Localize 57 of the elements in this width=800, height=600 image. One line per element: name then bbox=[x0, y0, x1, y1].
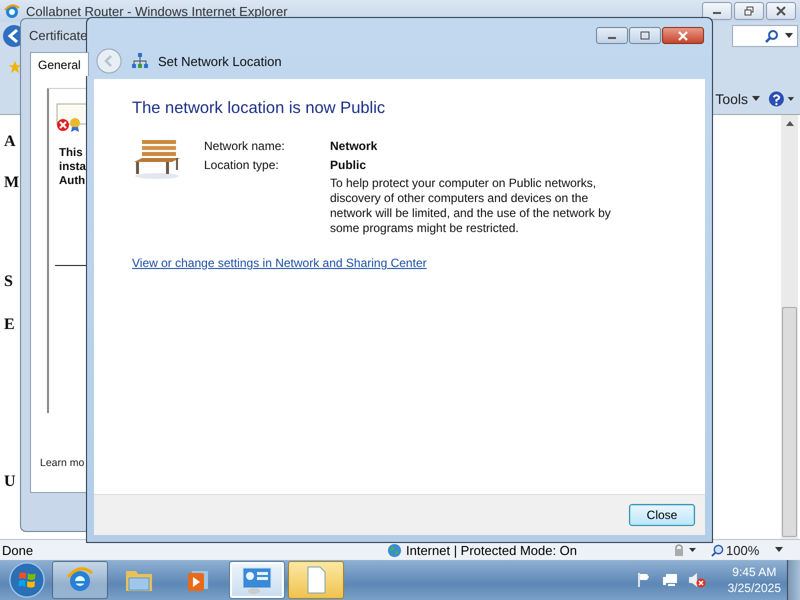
network-icon bbox=[131, 52, 149, 70]
show-desktop-button[interactable] bbox=[787, 560, 800, 600]
window-title: Certificate bbox=[29, 28, 88, 43]
globe-icon bbox=[387, 542, 402, 558]
field-label: Location type: bbox=[204, 158, 280, 172]
description-text: To help protect your computer on Public networks, discovery of other computers and devices on the network will be limited, and the use of the network by some programs might be restricted. bbox=[330, 176, 612, 236]
restore-button[interactable] bbox=[734, 2, 764, 20]
page-heading: E bbox=[4, 316, 15, 334]
maximize-button[interactable] bbox=[629, 27, 661, 44]
close-button[interactable] bbox=[662, 27, 704, 44]
taskbar-button[interactable] bbox=[288, 561, 344, 599]
dialog-heading: The network location is now Public bbox=[132, 99, 386, 118]
page-heading: A bbox=[4, 133, 16, 151]
close-icon bbox=[677, 30, 689, 40]
help-icon[interactable] bbox=[768, 90, 796, 108]
zoom-control[interactable]: 100% bbox=[711, 542, 784, 558]
field-value: Public bbox=[330, 158, 366, 172]
flag-icon[interactable] bbox=[636, 572, 652, 588]
certificate-message: This insta Auth bbox=[59, 146, 86, 188]
tab[interactable]: General bbox=[30, 52, 89, 76]
network-tray-icon[interactable] bbox=[662, 572, 678, 588]
dialog-title: Set Network Location bbox=[158, 54, 282, 68]
security-zone-text: Internet | Protected Mode: On bbox=[406, 542, 578, 558]
field-value: Network bbox=[330, 138, 378, 152]
learn-more-link[interactable]: Learn mo bbox=[40, 457, 84, 469]
settings-link[interactable]: View or change settings in Network and Sharing Center bbox=[132, 256, 427, 270]
taskbar-button[interactable] bbox=[229, 561, 285, 599]
window-title: Collabnet Router - Windows Internet Explorer bbox=[26, 4, 288, 18]
close-button[interactable] bbox=[766, 2, 796, 20]
start-button-icon[interactable] bbox=[8, 561, 46, 599]
back-button-icon[interactable] bbox=[2, 24, 20, 48]
page-heading: S bbox=[4, 273, 13, 291]
browser-logo-icon bbox=[4, 3, 20, 19]
close-icon bbox=[775, 6, 787, 16]
tools-menu[interactable]: Tools bbox=[715, 91, 760, 107]
taskbar-button[interactable] bbox=[52, 561, 108, 599]
favorites-star-icon[interactable] bbox=[8, 60, 22, 74]
maximize-icon bbox=[639, 30, 651, 40]
speaker-muted-icon[interactable] bbox=[688, 572, 706, 588]
search-icon[interactable] bbox=[765, 29, 779, 43]
network-center-icon bbox=[240, 565, 274, 595]
page-heading: M bbox=[4, 174, 20, 192]
restore-icon bbox=[743, 6, 755, 16]
minimize-button[interactable] bbox=[702, 2, 732, 20]
close-dialog-button[interactable]: Close bbox=[629, 504, 695, 526]
search-field[interactable] bbox=[732, 25, 798, 47]
dropdown-arrow-icon bbox=[775, 547, 784, 553]
page-heading: U bbox=[4, 473, 16, 491]
minimize-button[interactable] bbox=[596, 27, 628, 44]
dropdown-arrow-icon bbox=[752, 96, 760, 102]
scrollbar[interactable] bbox=[781, 115, 798, 539]
certificate-icon bbox=[55, 103, 89, 133]
field-label: Network name: bbox=[204, 138, 286, 152]
dropdown-arrow-icon[interactable] bbox=[785, 33, 793, 39]
scroll-up-icon[interactable] bbox=[786, 121, 794, 127]
zoom-icon bbox=[711, 544, 724, 556]
status-text: Done bbox=[1, 542, 34, 558]
